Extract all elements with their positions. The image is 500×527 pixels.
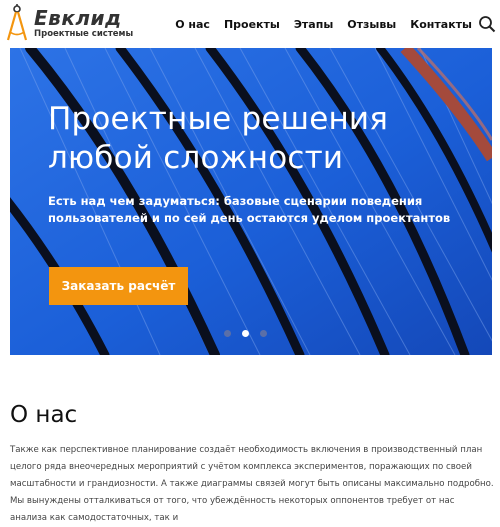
main-nav: О нас Проекты Этапы Отзывы Контакты xyxy=(161,0,472,48)
about-section-text: Также как перспективное планирование соз… xyxy=(10,445,494,523)
nav-item-reviews[interactable]: Отзывы xyxy=(347,18,396,31)
hero-title-line1: Проектные решения xyxy=(48,101,389,137)
logo-tagline: Проектные системы xyxy=(34,29,134,39)
site-header: Евклид Проектные системы О нас Проекты Э… xyxy=(0,0,500,48)
nav-item-projects[interactable]: Проекты xyxy=(224,18,280,31)
slider-dot-1[interactable] xyxy=(224,330,231,337)
order-calculation-button[interactable]: Заказать расчёт xyxy=(49,267,188,305)
slider-dots xyxy=(224,330,278,337)
nav-item-about[interactable]: О нас xyxy=(175,18,210,31)
about-section-title: О нас xyxy=(10,402,78,428)
hero-subtitle: Есть над чем задуматься: базовые сценари… xyxy=(48,194,451,225)
nav-item-contacts[interactable]: Контакты xyxy=(410,18,472,31)
slider-dot-3[interactable] xyxy=(260,330,267,337)
search-icon[interactable] xyxy=(478,15,496,33)
logo-name: Евклид xyxy=(34,6,122,30)
logo-text: Евклид Проектные системы xyxy=(34,4,133,39)
slider-dot-2[interactable] xyxy=(242,330,249,337)
hero-title-line2: любой сложности xyxy=(48,140,344,176)
hero-title: Проектные решения любой сложности xyxy=(48,100,488,178)
hero-slider: Проектные решения любой сложности Есть н… xyxy=(10,48,492,355)
compass-icon xyxy=(6,4,28,41)
nav-item-stages[interactable]: Этапы xyxy=(294,18,333,31)
logo-link[interactable]: Евклид Проектные системы xyxy=(6,4,133,44)
